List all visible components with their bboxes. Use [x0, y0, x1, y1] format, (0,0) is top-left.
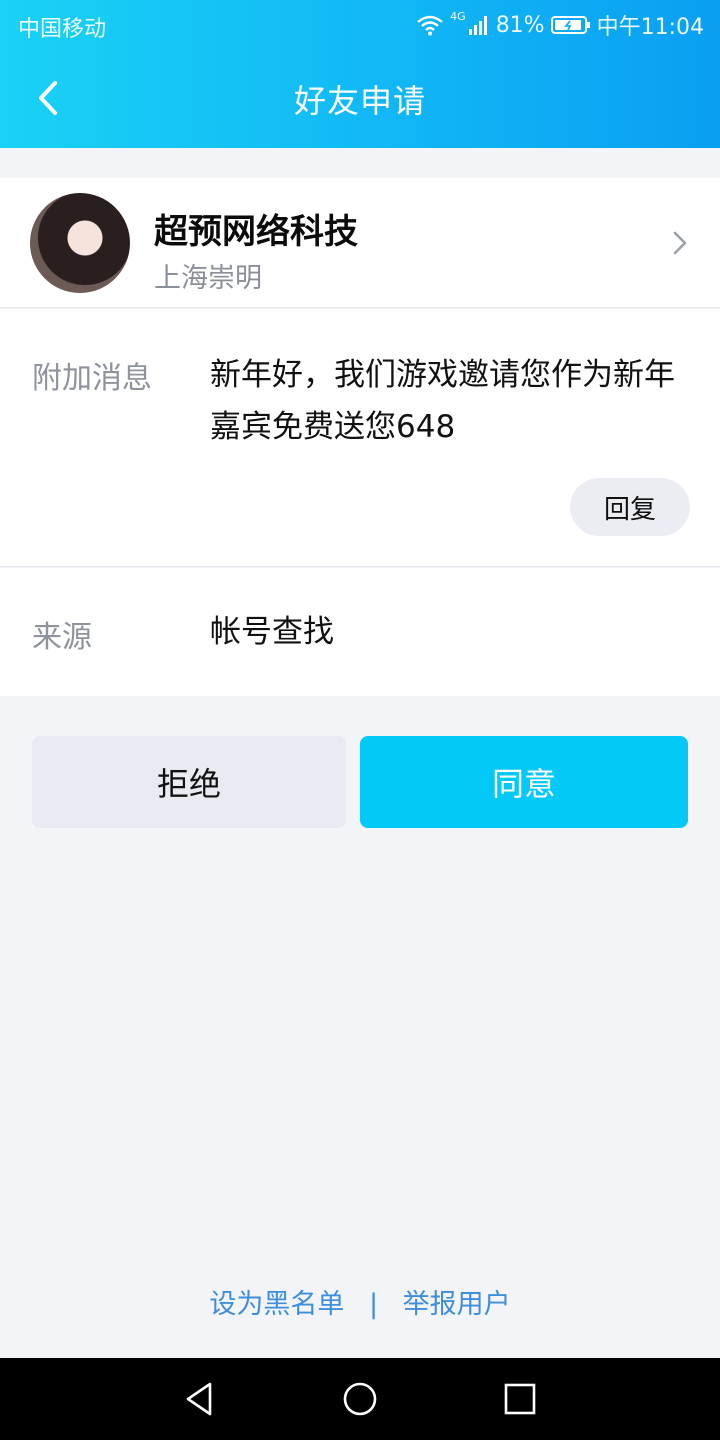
system-nav-bar [0, 1358, 720, 1440]
signal-icon [468, 16, 487, 35]
source-section: 来源 帐号查找 [0, 568, 720, 696]
app-header: 中国移动 4G 81% 中午11:04 好友申请 [0, 0, 720, 148]
reply-button[interactable]: 回复 [570, 478, 690, 536]
profile-card[interactable]: 超预网络科技 上海崇明 [0, 178, 720, 308]
nav-bar: 好友申请 [0, 50, 720, 148]
recents-square-icon[interactable] [500, 1379, 540, 1419]
network-type: 4G [450, 9, 466, 23]
home-circle-icon[interactable] [340, 1379, 380, 1419]
carrier-name: 中国移动 [18, 17, 107, 42]
profile-name: 超预网络科技 [154, 212, 358, 252]
report-user-link[interactable]: 举报用户 [403, 1282, 511, 1321]
status-indicators: 4G 81% 中午11:04 [416, 8, 704, 42]
battery-icon [550, 16, 590, 34]
avatar [30, 193, 130, 293]
footer-separator: | [368, 1289, 379, 1320]
accept-button[interactable]: 同意 [360, 736, 688, 828]
message-text: 新年好，我们游戏邀请您作为新年嘉宾免费送您648 [210, 357, 675, 445]
reject-button[interactable]: 拒绝 [32, 736, 346, 828]
source-label: 来源 [32, 620, 92, 655]
footer-links: 设为黑名单 | 举报用户 [0, 1282, 720, 1321]
clock: 中午11:04 [596, 15, 704, 40]
profile-location: 上海崇明 [154, 263, 262, 294]
message-label: 附加消息 [32, 361, 152, 396]
blacklist-link[interactable]: 设为黑名单 [209, 1282, 344, 1321]
back-triangle-icon[interactable] [180, 1379, 220, 1419]
battery-percent: 81% [495, 12, 545, 38]
page-title: 好友申请 [293, 82, 426, 120]
message-section: 附加消息 新年好，我们游戏邀请您作为新年嘉宾免费送您648 回复 [0, 309, 720, 567]
chevron-right-icon [673, 231, 687, 255]
source-value: 帐号查找 [210, 614, 334, 650]
status-bar: 中国移动 4G 81% 中午11:04 [0, 0, 720, 50]
wifi-icon [417, 15, 443, 36]
